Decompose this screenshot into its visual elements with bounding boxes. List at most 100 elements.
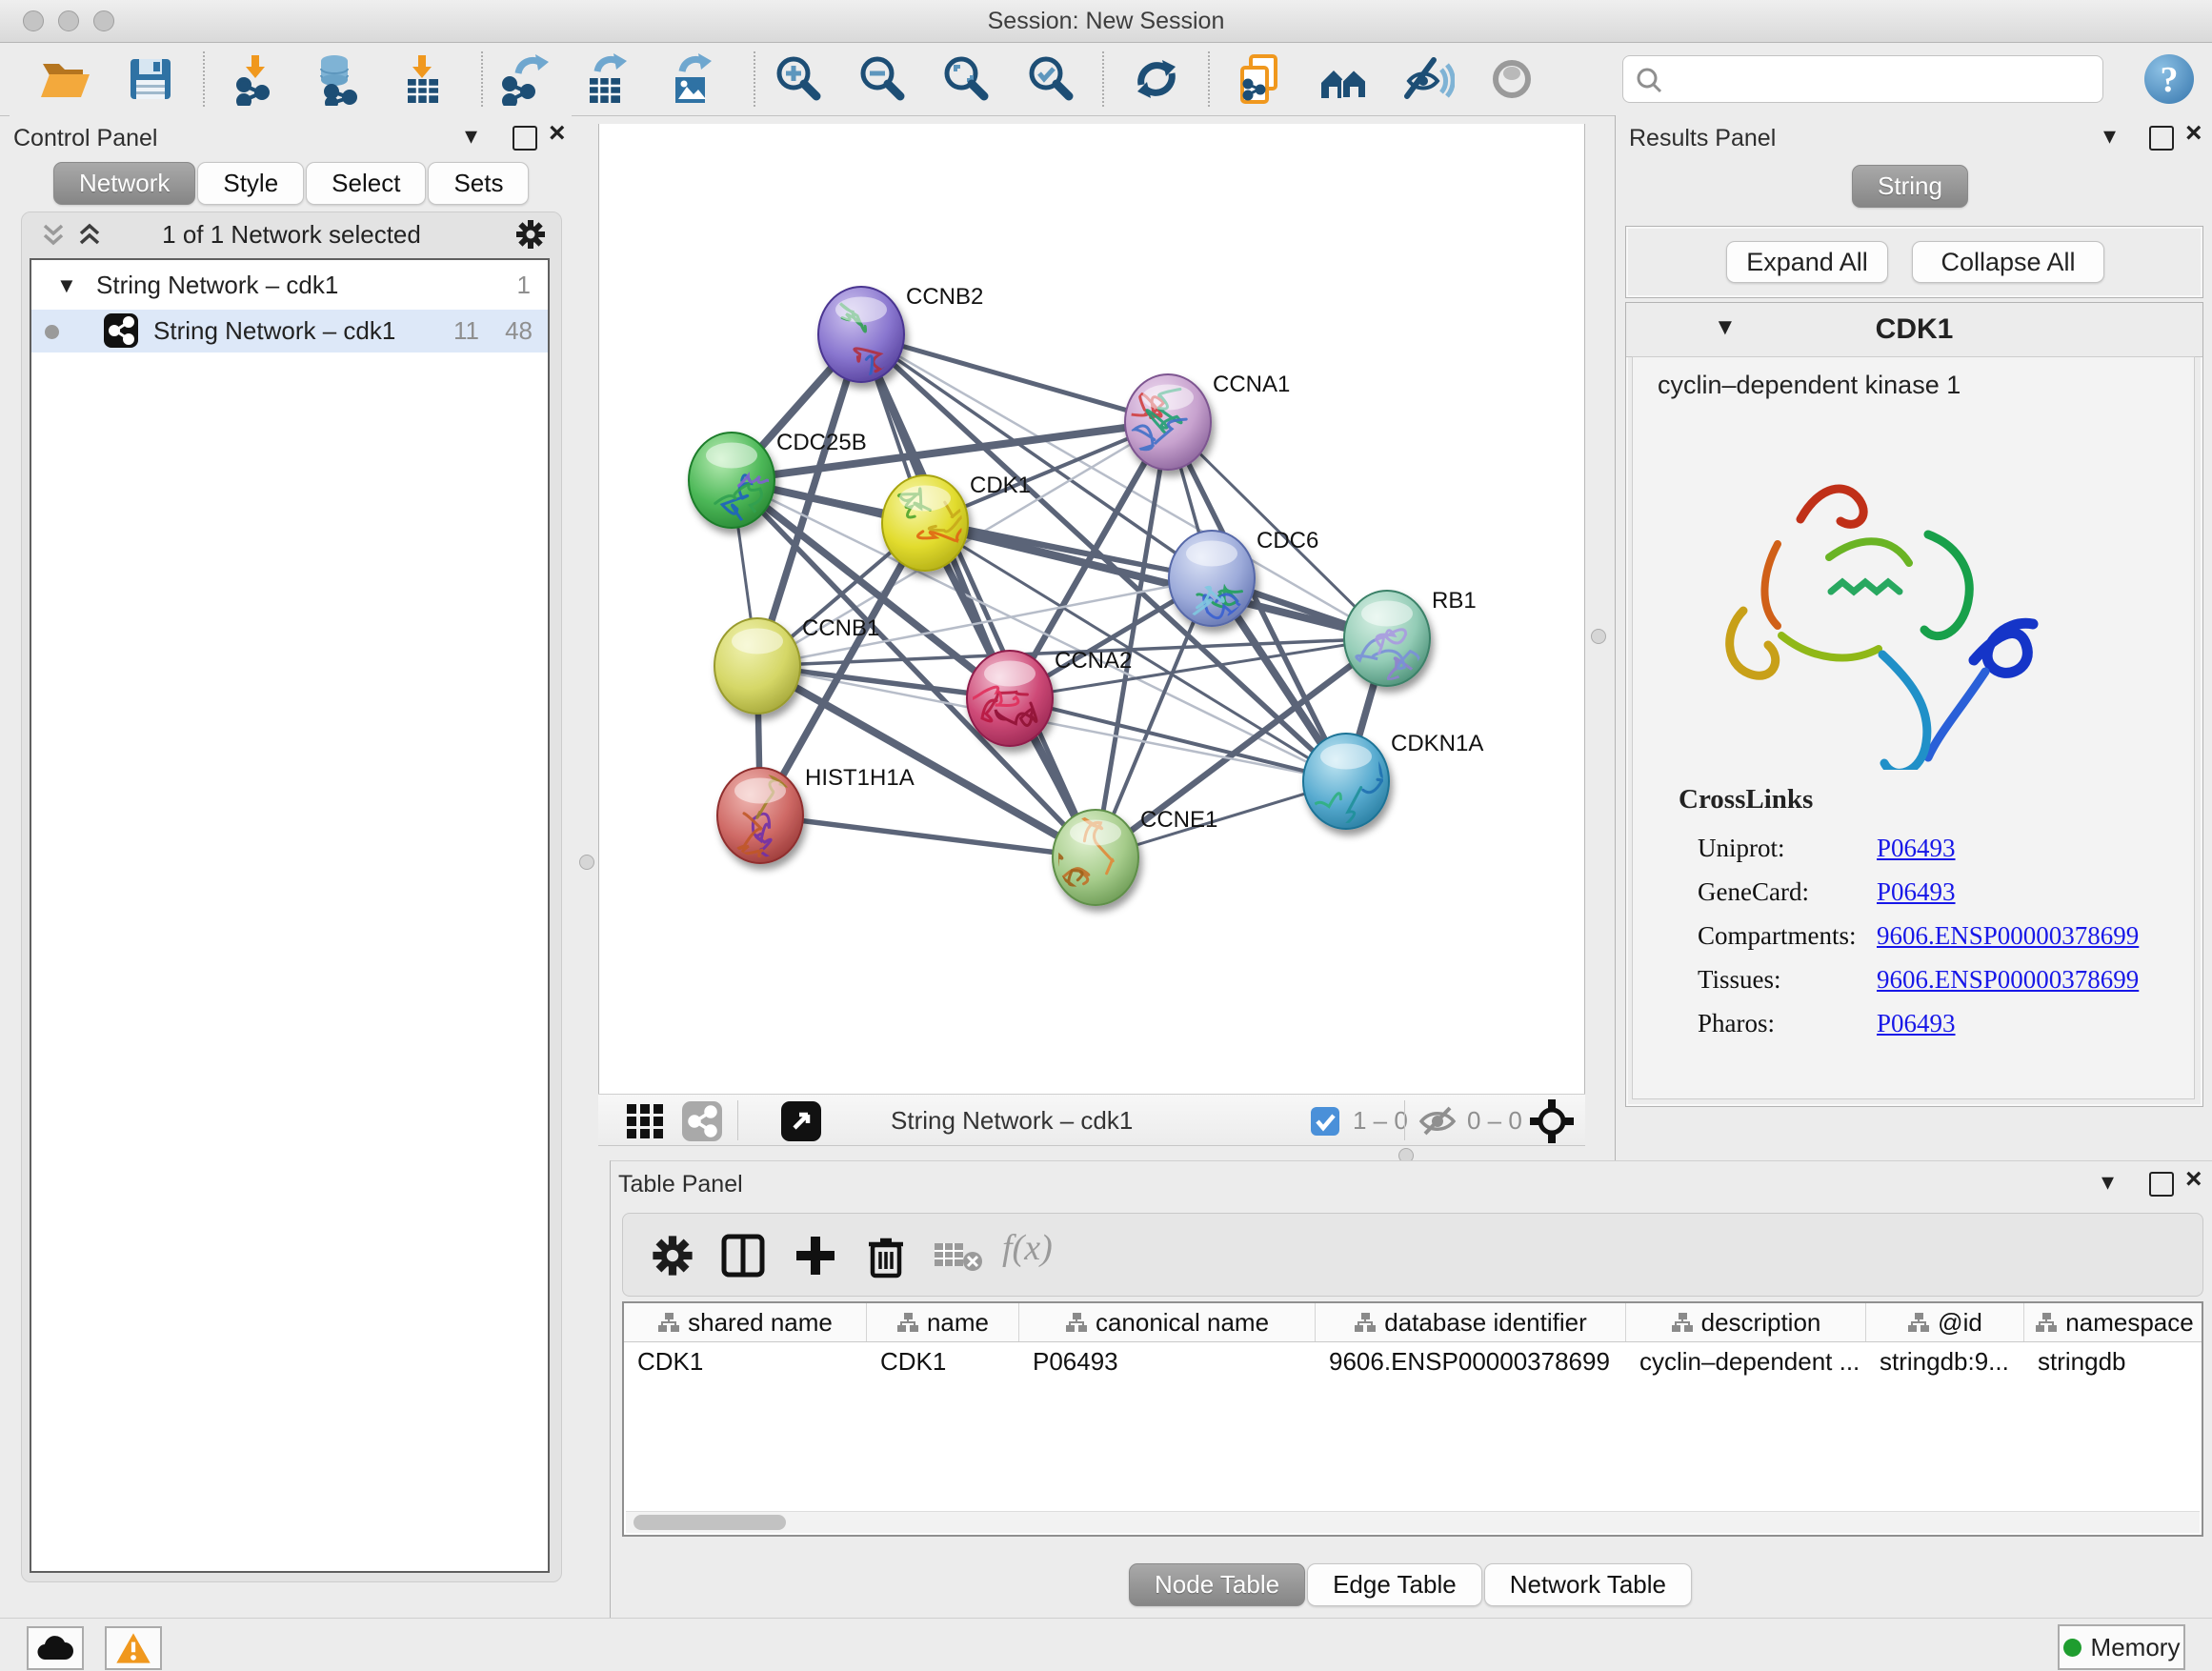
crosslink-link[interactable]: P06493: [1877, 834, 1956, 863]
table-cell[interactable]: P06493: [1019, 1342, 1316, 1380]
table-cell[interactable]: CDK1: [624, 1342, 867, 1380]
results-panel-maximize-icon[interactable]: [2149, 126, 2174, 151]
tab-string[interactable]: String: [1852, 165, 1968, 208]
toolbar-divider: [1208, 51, 1210, 107]
column-header--id[interactable]: @id: [1866, 1303, 2024, 1341]
column-header-name[interactable]: name: [867, 1303, 1019, 1341]
table-panel-close-icon[interactable]: ×: [2185, 1165, 2202, 1194]
gene-section-header[interactable]: ▼ CDK1: [1626, 303, 2202, 357]
network-collection-row[interactable]: ▼ String Network – cdk1 1: [31, 264, 548, 307]
collapse-triangle-icon[interactable]: ▼: [56, 264, 77, 307]
zoom-fit-icon[interactable]: [939, 52, 993, 106]
crosslink-label: Pharos:: [1698, 1009, 1877, 1038]
control-panel-maximize-icon[interactable]: [513, 126, 537, 151]
crosslink-link[interactable]: P06493: [1877, 877, 1956, 907]
search-input[interactable]: [1673, 60, 2096, 98]
results-panel-float-icon[interactable]: ▾: [2103, 121, 2116, 150]
tab-network[interactable]: Network: [53, 162, 195, 205]
control-panel-float-icon[interactable]: ▾: [465, 121, 477, 150]
tab-network-table[interactable]: Network Table: [1484, 1563, 1692, 1606]
left-splitter-handle[interactable]: [579, 855, 594, 870]
import-table-from-file-icon[interactable]: [396, 52, 450, 106]
table-gear-icon[interactable]: [652, 1235, 694, 1277]
network-edge[interactable]: [760, 815, 1096, 857]
zoom-selected-icon[interactable]: [1024, 52, 1077, 106]
tab-edge-table[interactable]: Edge Table: [1307, 1563, 1482, 1606]
table-hscrollbar-thumb[interactable]: [633, 1515, 786, 1530]
tab-select[interactable]: Select: [306, 162, 426, 205]
delete-column-icon[interactable]: [863, 1233, 909, 1278]
open-session-icon[interactable]: [38, 52, 91, 106]
save-session-icon[interactable]: [124, 52, 177, 106]
network-node-CDKN1A[interactable]: [1301, 734, 1400, 871]
column-header-shared-name[interactable]: shared name: [624, 1303, 867, 1341]
import-network-from-file-icon[interactable]: [231, 52, 285, 106]
control-panel-close-icon[interactable]: ×: [549, 119, 566, 148]
table-row[interactable]: CDK1CDK1P064939606.ENSP00000378699cyclin…: [624, 1342, 2202, 1380]
crosslink-link[interactable]: 9606.ENSP00000378699: [1877, 921, 2139, 951]
network-row-selected[interactable]: String Network – cdk1 11 48: [31, 310, 548, 352]
network-list-panel: 1 of 1 Network selected ▼ String Network…: [21, 211, 562, 1582]
open-in-window-icon[interactable]: [781, 1101, 821, 1141]
tab-node-table[interactable]: Node Table: [1129, 1563, 1305, 1606]
tab-sets[interactable]: Sets: [428, 162, 529, 205]
network-node-CCNA1[interactable]: [1125, 374, 1211, 470]
control-panel: Control Panel ▾ × NetworkStyleSelectSets…: [10, 115, 572, 1618]
first-neighbors-houses-icon[interactable]: [1317, 52, 1371, 106]
export-network-icon[interactable]: [499, 52, 553, 106]
collapse-all-button[interactable]: Collapse All: [1912, 241, 2104, 283]
table-cell[interactable]: stringdb: [2024, 1342, 2203, 1380]
import-network-from-database-icon[interactable]: [312, 52, 365, 106]
table-hscrollbar[interactable]: [626, 1511, 2200, 1533]
tab-style[interactable]: Style: [197, 162, 304, 205]
share-view-icon[interactable]: [682, 1101, 722, 1141]
network-node-CDK1[interactable]: [882, 475, 982, 571]
crosslink-link[interactable]: P06493: [1877, 1009, 1956, 1038]
column-header-database-identifier[interactable]: database identifier: [1316, 1303, 1626, 1341]
gear-icon[interactable]: [515, 219, 546, 250]
cloud-button[interactable]: [27, 1626, 84, 1670]
network-node-CCNB2[interactable]: [818, 287, 906, 410]
column-header-canonical-name[interactable]: canonical name: [1019, 1303, 1316, 1341]
graphics-details-eye-icon[interactable]: [1401, 52, 1455, 106]
window-title: Session: New Session: [0, 0, 2212, 42]
network-canvas[interactable]: CCNB2CCNA1CDC25BCDK1CDC6RB1CCNB1CCNA2CDK…: [598, 124, 1585, 1094]
crosslink-link[interactable]: 9606.ENSP00000378699: [1877, 965, 2139, 995]
network-node-CDC6[interactable]: [1167, 531, 1255, 630]
table-panel-float-icon[interactable]: ▾: [2101, 1167, 2114, 1196]
column-header-namespace[interactable]: namespace: [2024, 1303, 2203, 1341]
network-node-CCNE1[interactable]: [1039, 810, 1138, 905]
column-header-label: database identifier: [1384, 1308, 1586, 1338]
network-node-HIST1H1A[interactable]: [717, 768, 803, 874]
clone-network-icon[interactable]: [1234, 52, 1287, 106]
hidden-eye-slash-icon[interactable]: [1418, 1104, 1458, 1138]
network-graph[interactable]: CCNB2CCNA1CDC25BCDK1CDC6RB1CCNB1CCNA2CDK…: [599, 124, 1584, 1094]
network-node-RB1[interactable]: [1344, 591, 1430, 693]
table-cell[interactable]: cyclin–dependent ...: [1626, 1342, 1866, 1380]
export-table-icon[interactable]: [580, 52, 633, 106]
table-panel-maximize-icon[interactable]: [2149, 1172, 2174, 1197]
zoom-in-icon[interactable]: [772, 52, 825, 106]
memory-button[interactable]: Memory: [2058, 1624, 2185, 1670]
crosshair-pan-icon[interactable]: [1530, 1099, 1574, 1143]
warning-icon: [114, 1632, 152, 1664]
right-splitter-handle[interactable]: [1591, 629, 1606, 644]
zoom-out-icon[interactable]: [855, 52, 909, 106]
crosslink-label: GeneCard:: [1698, 877, 1877, 907]
table-cell[interactable]: 9606.ENSP00000378699: [1316, 1342, 1626, 1380]
birds-eye-icon[interactable]: [1485, 52, 1538, 106]
show-columns-icon[interactable]: [720, 1233, 766, 1278]
refresh-icon[interactable]: [1130, 52, 1183, 106]
selected-checkbox-icon[interactable]: [1311, 1107, 1339, 1136]
add-column-icon[interactable]: [793, 1233, 838, 1278]
table-cell[interactable]: stringdb:9...: [1866, 1342, 2024, 1380]
export-image-icon[interactable]: [665, 52, 718, 106]
warning-button[interactable]: [105, 1626, 162, 1670]
table-cell[interactable]: CDK1: [867, 1342, 1019, 1380]
help-icon[interactable]: ?: [2142, 52, 2196, 106]
expand-all-button[interactable]: Expand All: [1726, 241, 1888, 283]
results-panel-close-icon[interactable]: ×: [2185, 119, 2202, 148]
grid-view-icon[interactable]: [626, 1102, 666, 1140]
network-node-CCNB1[interactable]: [714, 618, 800, 714]
column-header-description[interactable]: description: [1626, 1303, 1866, 1341]
